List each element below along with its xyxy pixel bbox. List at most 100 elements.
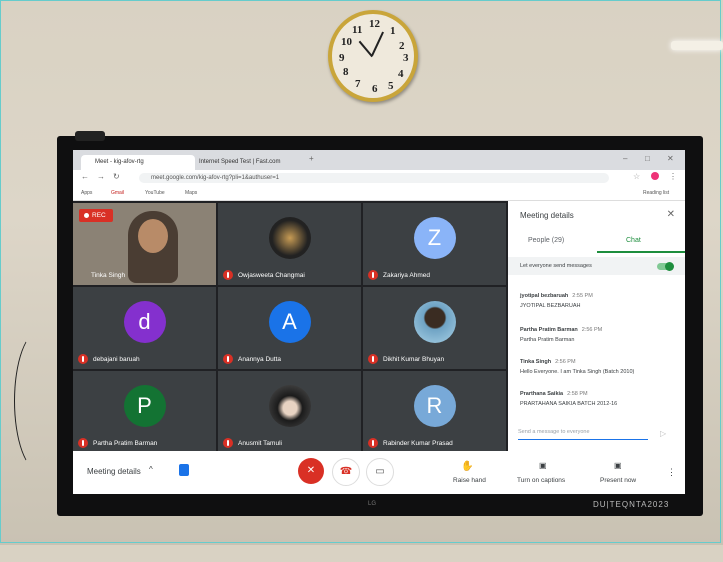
active-tab-underline: [597, 251, 685, 253]
reload-icon[interactable]: ↻: [113, 172, 120, 181]
clock-number: 9: [339, 52, 345, 64]
mic-off-icon: [368, 438, 378, 448]
tab-meet[interactable]: Meet - kig-afov-rtg: [81, 155, 195, 170]
send-messages-toggle[interactable]: [657, 262, 674, 271]
mic-off-icon: [223, 270, 233, 280]
meeting-toolbar: Meeting details ^ ✕ ☎ ▭ ✋ Raise hand ▣ T…: [73, 451, 685, 494]
present-icon[interactable]: ▣: [614, 461, 622, 470]
chat-permission-row: Let everyone send messages: [508, 257, 685, 275]
wall-clock: 12 1 2 3 4 5 6 7 8 9 10 11: [328, 10, 418, 102]
participant-name: Rabinder Kumar Prasad: [383, 440, 453, 447]
end-call-button[interactable]: ☎: [332, 458, 360, 486]
bookmark-maps[interactable]: Maps: [185, 190, 197, 196]
participant-name: debajani baruah: [93, 356, 140, 363]
participant-name: Dikhit Kumar Bhuyan: [383, 356, 445, 363]
clock-number: 6: [372, 83, 378, 95]
chat-message: Tinka Singh 2:56 PM Hello Everyone. I am …: [520, 359, 635, 375]
participant-avatar: P: [123, 385, 166, 427]
clock-number: 1: [390, 25, 396, 37]
participant-tile[interactable]: Owjasweeta Changmai: [218, 203, 361, 285]
shield-icon[interactable]: [179, 464, 189, 476]
participant-name: Zakariya Ahmed: [383, 272, 430, 279]
tab-fast[interactable]: Internet Speed Test | Fast.com: [185, 155, 309, 170]
participant-tile[interactable]: REC Tinka Singh: [73, 203, 216, 285]
mic-off-icon: [223, 354, 233, 364]
star-icon[interactable]: ☆: [633, 172, 640, 181]
meeting-details-button[interactable]: Meeting details: [87, 467, 141, 476]
menu-icon[interactable]: ⋮: [669, 172, 677, 181]
raise-hand-icon[interactable]: ✋: [461, 461, 473, 472]
profile-avatar[interactable]: [651, 172, 659, 180]
participant-tile[interactable]: Z Zakariya Ahmed: [363, 203, 506, 285]
captions-button[interactable]: Turn on captions: [517, 477, 565, 484]
tv-brand-label: DU|TEQNTA2023: [593, 500, 670, 509]
reading-list[interactable]: Reading list: [643, 190, 669, 196]
tv-logo: LG: [368, 501, 377, 507]
clock-number: 8: [343, 66, 349, 78]
clock-number: 12: [369, 18, 380, 30]
webcam: [75, 131, 105, 141]
tab-label: Internet Speed Test | Fast.com: [199, 159, 281, 165]
bookmark-gmail[interactable]: Gmail: [111, 190, 124, 196]
clock-number: 2: [399, 40, 405, 52]
bookmark-apps[interactable]: Apps: [81, 190, 92, 196]
new-tab-icon[interactable]: +: [309, 154, 314, 163]
participant-name: Tinka Singh: [91, 272, 126, 279]
participant-avatar: [413, 301, 456, 343]
url-field[interactable]: meet.google.com/kig-afov-rtg?pli=1&authu…: [139, 173, 609, 183]
more-options-icon[interactable]: ⋮: [667, 467, 676, 478]
mic-off-icon: [78, 354, 88, 364]
chat-message: jyotipal bezbaruah 2:55 PM JYOTIPAL BEZBA…: [520, 293, 593, 309]
participant-avatar: d: [123, 301, 166, 343]
participant-tile[interactable]: Anusmit Tamuli: [218, 371, 361, 453]
chevron-up-icon[interactable]: ^: [149, 465, 153, 474]
chat-input[interactable]: Send a message to everyone: [518, 429, 648, 440]
forward-icon[interactable]: →: [97, 172, 105, 181]
clock-number: 3: [403, 52, 409, 64]
clock-number: 7: [355, 78, 361, 90]
clock-hour-hand: [358, 40, 373, 58]
tab-label: Meet - kig-afov-rtg: [95, 159, 144, 165]
participant-name: Owjasweeta Changmai: [238, 272, 305, 279]
mic-off-icon: [368, 270, 378, 280]
close-icon[interactable]: ✕: [667, 154, 674, 163]
panel-title: Meeting details: [520, 211, 574, 220]
toggle-label: Let everyone send messages: [520, 263, 592, 269]
clock-number: 10: [341, 36, 352, 48]
participant-tile[interactable]: d debajani baruah: [73, 287, 216, 369]
bookmark-youtube[interactable]: YouTube: [145, 190, 165, 196]
bookmarks-bar: Apps Gmail YouTube Maps Reading list: [73, 186, 685, 201]
meeting-details-panel: Meeting details ✕ People (29) Chat Let e…: [508, 201, 685, 451]
close-panel-icon[interactable]: ✕: [667, 209, 675, 220]
participant-tile[interactable]: R Rabinder Kumar Prasad: [363, 371, 506, 453]
participant-tile[interactable]: A Anannya Dutta: [218, 287, 361, 369]
captions-icon[interactable]: ▣: [539, 461, 547, 470]
participant-name: Partha Pratim Barman: [93, 440, 158, 447]
tab-chat[interactable]: Chat: [626, 237, 641, 244]
clock-number: 4: [398, 68, 404, 80]
address-bar: ← → ↻ meet.google.com/kig-afov-rtg?pli=1…: [73, 170, 685, 186]
present-button[interactable]: Present now: [600, 477, 636, 484]
back-icon[interactable]: ←: [81, 172, 89, 181]
participant-avatar: Z: [413, 217, 456, 259]
participant-name: Anannya Dutta: [238, 356, 282, 363]
clock-minute-hand: [371, 31, 384, 56]
participant-tile[interactable]: Dikhit Kumar Bhuyan: [363, 287, 506, 369]
browser-tab-strip: Meet - kig-afov-rtg Internet Speed Test …: [73, 150, 685, 170]
mic-off-icon: [78, 438, 88, 448]
participant-tile[interactable]: P Partha Pratim Barman: [73, 371, 216, 453]
camera-button[interactable]: ▭: [366, 458, 394, 486]
tv-screen: Meet - kig-afov-rtg Internet Speed Test …: [73, 150, 685, 494]
minimize-icon[interactable]: –: [623, 154, 627, 163]
raise-hand-button[interactable]: Raise hand: [453, 477, 486, 484]
participant-video: [128, 211, 178, 283]
send-icon[interactable]: ▷: [660, 429, 666, 438]
participant-avatar: R: [413, 385, 456, 427]
maximize-icon[interactable]: □: [645, 154, 650, 163]
wall-lamp: [671, 41, 723, 50]
participant-name: Anusmit Tamuli: [238, 440, 282, 447]
tab-people[interactable]: People (29): [528, 237, 564, 244]
mic-off-icon: [223, 438, 233, 448]
participant-avatar: A: [268, 301, 311, 343]
mic-off-button[interactable]: ✕: [298, 458, 324, 484]
